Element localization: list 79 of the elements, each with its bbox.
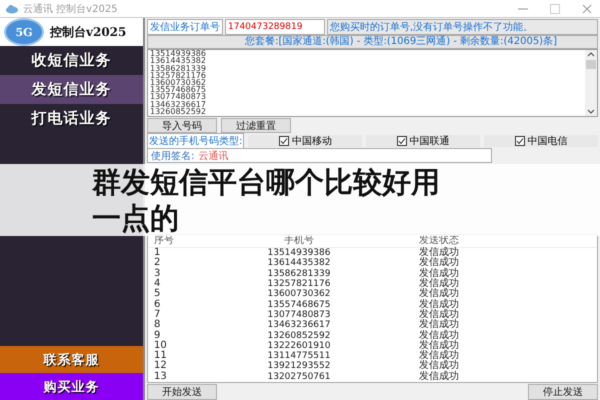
table-cell-text: 4: [153, 279, 162, 290]
table-cell-text: 13586281339: [266, 268, 332, 279]
table-cell-text: 13260852592: [266, 330, 332, 341]
logo-badge: 5G: [4, 18, 44, 46]
menu-item[interactable]: 联系客服: [0, 346, 143, 373]
table-cell-text: 13202750761: [266, 372, 332, 382]
signature-value: 云通讯: [198, 150, 228, 163]
start-button[interactable]: 开始发送: [147, 384, 217, 400]
table-cell-text: 12: [153, 361, 168, 372]
table-cell-text: 13222601910: [266, 340, 332, 351]
carrier-name: 中国移动: [292, 134, 332, 148]
table-cell-text: 发信成功: [418, 340, 460, 351]
cloud-icon: [5, 4, 19, 14]
table-cell-text: 发信成功: [418, 361, 460, 372]
numbers-textarea[interactable]: 13514939386 13614435382 13586281339 13257821176 13600730362 13557468675 13077480873 13463236617 13260852592: [147, 49, 598, 118]
menu-item[interactable]: 收短信业务: [0, 46, 143, 75]
signature-label: 使用签名:: [151, 150, 194, 163]
order-input[interactable]: 1740473289819: [225, 19, 325, 35]
phone-number: 13586281339: [150, 64, 206, 72]
phone-number: 13514939386: [150, 50, 206, 58]
phone-number: 13557468675: [150, 86, 206, 94]
table-cell-text: 8: [153, 320, 162, 330]
headline: 群发短信平台哪个比较好用一点的: [92, 164, 440, 235]
phone-number: 13257821176: [150, 72, 206, 79]
reset-button[interactable]: 过滤重置: [221, 118, 291, 134]
table-cell-text: 发信成功: [418, 289, 460, 300]
table-cell-text: 发信成功: [418, 310, 460, 320]
column-header: 序号: [153, 235, 175, 248]
signature-field[interactable]: 使用签名: 云通讯: [147, 148, 492, 164]
carrier-label: 发送的手机号码类型:: [147, 133, 244, 150]
table-cell-text: 7: [153, 310, 162, 320]
checkbox[interactable]: [278, 136, 289, 146]
phone-number: 13077480873: [150, 93, 206, 101]
table-cell-text: 发信成功: [418, 320, 460, 330]
table-cell-text: 13921293552: [266, 361, 332, 372]
table-cell-text: 6: [153, 300, 162, 310]
window-title: 云通讯 控制台v2025: [23, 2, 118, 16]
stop-button[interactable]: 停止发送: [528, 384, 598, 400]
table-cell-text: 3: [153, 268, 162, 279]
logo-text: 控制台v2025: [50, 24, 126, 40]
column-header: 手机号: [283, 235, 315, 248]
table-cell-text: 13600730362: [266, 289, 332, 300]
import-button[interactable]: 导入号码: [147, 118, 217, 134]
table-cell-text: 13114775511: [266, 351, 332, 362]
table-cell-text: 发信成功: [418, 372, 460, 382]
order-label: 发信业务订单号: [147, 19, 223, 35]
carrier-name: 中国联通: [410, 134, 450, 148]
table-cell-text: 5: [153, 289, 162, 300]
table-cell-text: 13077480873: [266, 310, 332, 320]
phone-number: 13600730362: [150, 78, 206, 86]
checkbox[interactable]: [396, 136, 407, 146]
table-cell-text: 发信成功: [418, 330, 460, 341]
phone-number: 13260852592: [150, 108, 206, 115]
close-icon[interactable]: [582, 4, 592, 14]
package-info: 您套餐:[国家通道:(韩国) - 类型:(1069三网通) - 剩余数量:(42005)条]: [147, 35, 598, 50]
table-cell-text: 10: [153, 340, 168, 351]
table-cell-text: 9: [153, 330, 160, 341]
table-cell-text: 发信成功: [418, 300, 460, 310]
table-cell-text: 发信成功: [418, 258, 460, 268]
checkbox[interactable]: [514, 136, 525, 146]
table-cell-text: 13514939386: [266, 248, 332, 258]
table-cell-text: 11: [153, 351, 168, 362]
menu-item[interactable]: 发短信业务: [0, 75, 143, 104]
menu-item[interactable]: 打电话业务: [0, 104, 143, 133]
table-cell-text: 13257821176: [266, 279, 332, 290]
table-cell-text: 13557468675: [266, 300, 332, 310]
phone-number: 13463236617: [150, 100, 206, 108]
table-cell-text: 1: [153, 248, 162, 258]
table-cell-text: 13: [153, 372, 168, 382]
phone-number: 13614435382: [150, 57, 206, 65]
carrier-name: 中国电信: [528, 134, 568, 148]
table-cell-text: 13614435382: [266, 258, 332, 269]
order-hint: 您购买时的订单号,没有订单号操作不了功能。: [327, 19, 598, 35]
menu-item[interactable]: 购买业务: [0, 373, 143, 400]
table-cell-text: 2: [153, 258, 162, 268]
table-cell-text: 13463236617: [266, 320, 332, 331]
column-header: 发送状态: [418, 235, 460, 246]
scrollbar[interactable]: [585, 50, 597, 116]
table-cell-text: 发信成功: [418, 268, 460, 279]
